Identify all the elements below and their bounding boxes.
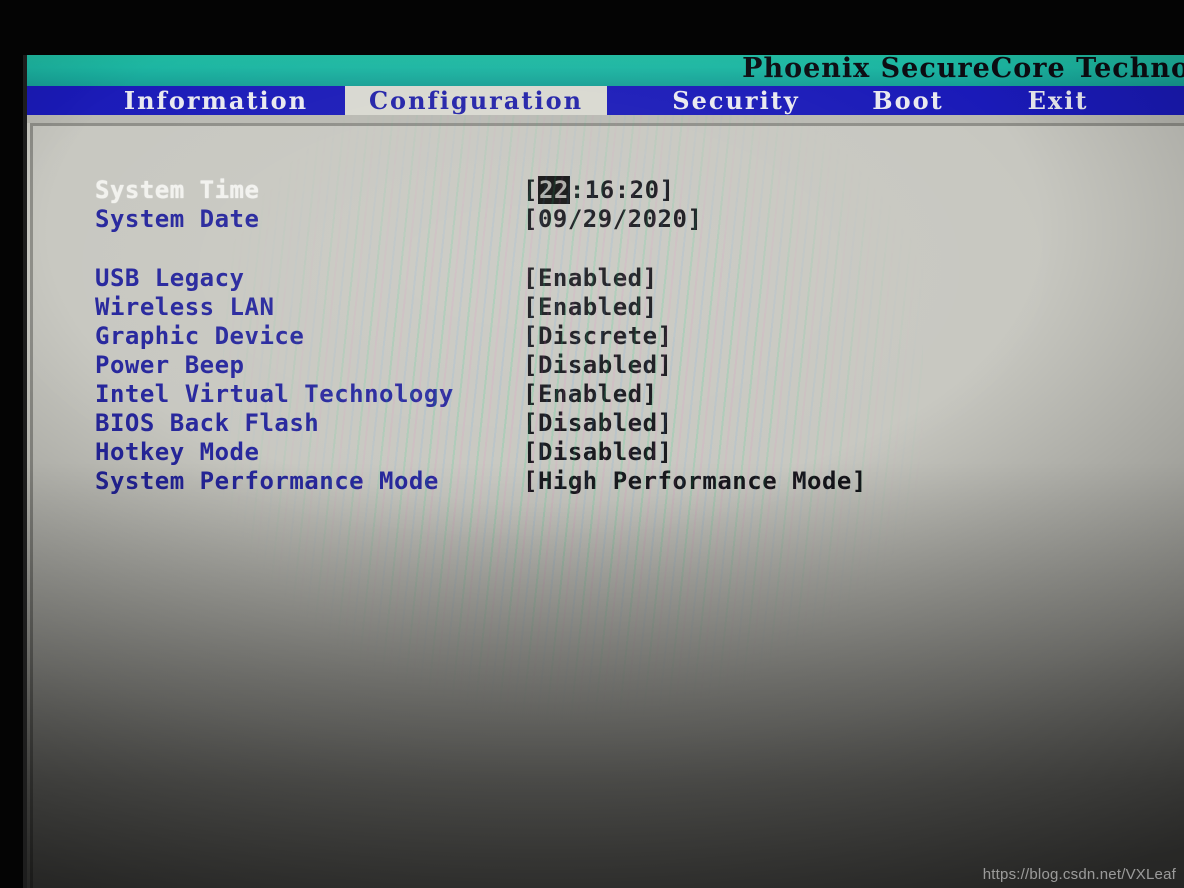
setting-value-bios-back-flash[interactable]: [Disabled] — [523, 409, 673, 437]
setting-label-system-performance-mode: System Performance Mode — [95, 467, 439, 495]
setting-label-usb-legacy: USB Legacy — [95, 264, 245, 292]
setting-label-power-beep: Power Beep — [95, 351, 245, 379]
monitor-bezel-left-inner — [23, 55, 27, 888]
setting-label-wireless-lan: Wireless LAN — [95, 293, 275, 321]
setting-value-system-performance-mode[interactable]: [High Performance Mode] — [523, 467, 867, 495]
setting-value-wireless-lan[interactable]: [Enabled] — [523, 293, 658, 321]
settings-panel: System Time [22:16:20] System Date [09/2… — [30, 123, 1184, 888]
tab-exit[interactable]: Exit — [998, 86, 1118, 115]
monitor-bezel-top — [0, 0, 1184, 55]
setting-value-system-date[interactable]: [09/29/2020] — [523, 205, 702, 233]
tab-security[interactable]: Security — [631, 86, 841, 115]
time-bracket-open: [ — [523, 176, 538, 204]
time-hour-cursor[interactable]: 22 — [537, 176, 570, 204]
setting-label-intel-virtual-technology: Intel Virtual Technology — [95, 380, 454, 408]
bios-titlebar: Phoenix SecureCore Techno — [23, 55, 1184, 86]
setting-value-intel-virtual-technology[interactable]: [Enabled] — [523, 380, 658, 408]
tab-information[interactable]: Information — [85, 86, 347, 115]
watermark: https://blog.csdn.net/VXLeaf — [982, 866, 1176, 883]
bios-title: Phoenix SecureCore Techno — [742, 55, 1184, 84]
setting-label-graphic-device: Graphic Device — [95, 322, 305, 350]
setting-value-power-beep[interactable]: [Disabled] — [523, 351, 673, 379]
setting-value-graphic-device[interactable]: [Discrete] — [523, 322, 673, 350]
menubar-underline — [23, 115, 1184, 123]
setting-value-usb-legacy[interactable]: [Enabled] — [523, 264, 658, 292]
tab-boot[interactable]: Boot — [848, 86, 968, 115]
setting-label-bios-back-flash: BIOS Back Flash — [95, 409, 320, 437]
bios-screen-photo: Phoenix SecureCore Techno Information Co… — [0, 0, 1184, 888]
setting-label-system-date: System Date — [95, 205, 260, 233]
time-rest: :16:20] — [569, 176, 675, 204]
setting-value-hotkey-mode[interactable]: [Disabled] — [523, 438, 673, 466]
setting-label-hotkey-mode: Hotkey Mode — [95, 438, 260, 466]
setting-value-system-time[interactable]: [22:16:20] — [523, 176, 675, 204]
monitor-bezel-left — [0, 0, 23, 888]
setting-label-system-time: System Time — [95, 176, 260, 204]
bios-menubar[interactable]: Information Configuration Security Boot … — [23, 86, 1184, 115]
bios-screen: Phoenix SecureCore Techno Information Co… — [23, 55, 1184, 888]
tab-configuration[interactable]: Configuration — [345, 86, 607, 115]
